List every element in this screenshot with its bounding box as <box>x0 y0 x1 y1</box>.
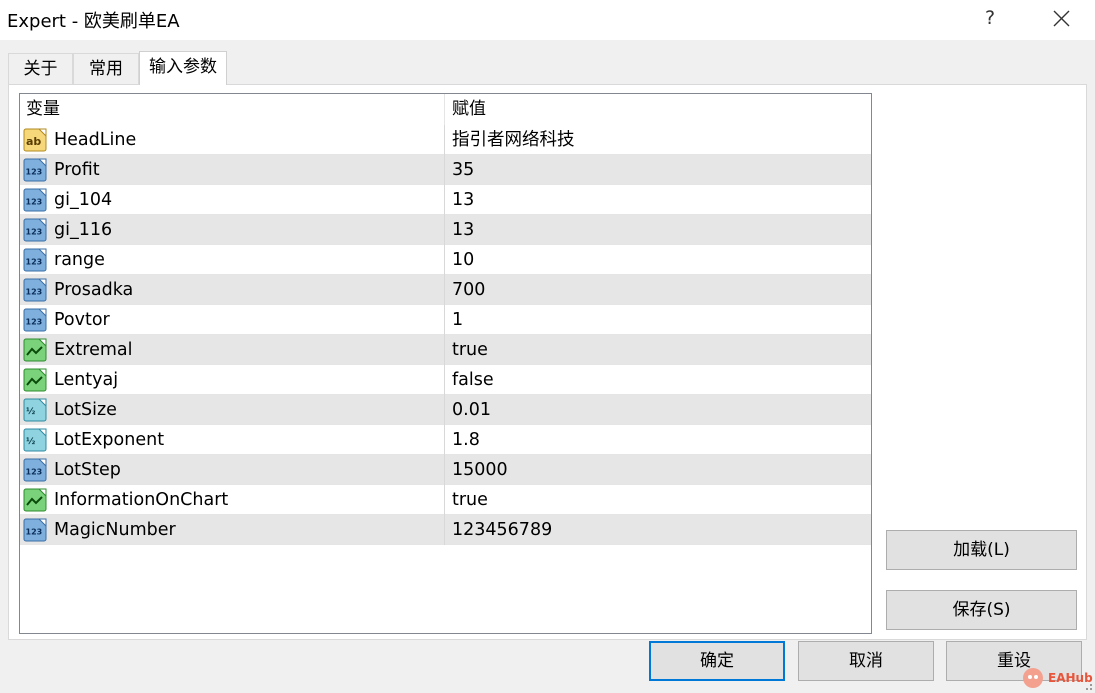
integer-123-icon: 123 <box>23 518 47 542</box>
parameter-value[interactable]: 13 <box>444 185 871 215</box>
parameter-name: LotStep <box>54 460 121 480</box>
integer-123-icon: 123 <box>23 458 47 482</box>
boolean-icon <box>23 368 47 392</box>
parameter-value[interactable]: 700 <box>444 275 871 305</box>
boolean-icon <box>23 338 47 362</box>
parameter-row[interactable]: 123 Prosadka 700 <box>20 275 871 305</box>
boolean-icon <box>23 488 47 512</box>
parameter-value[interactable]: 1.8 <box>444 425 871 455</box>
tab-common[interactable]: 常用 <box>73 53 139 85</box>
parameter-name: Lentyaj <box>54 370 119 390</box>
parameter-value[interactable]: true <box>444 335 871 365</box>
parameter-row[interactable]: Lentyaj false <box>20 365 871 395</box>
parameter-name: Extremal <box>54 340 133 360</box>
integer-123-icon: 123 <box>23 278 47 302</box>
parameter-value[interactable]: true <box>444 485 871 515</box>
parameter-row[interactable]: 123 MagicNumber 123456789 <box>20 515 871 545</box>
cancel-button[interactable]: 取消 <box>798 641 934 681</box>
string-ab-icon: ab <box>23 128 47 152</box>
double-fraction-icon: ½ <box>23 428 47 452</box>
parameter-value[interactable]: false <box>444 365 871 395</box>
column-header-value[interactable]: 赋值 <box>444 94 871 125</box>
parameter-row[interactable]: 123 gi_104 13 <box>20 185 871 215</box>
parameter-row[interactable]: ½ LotExponent 1.8 <box>20 425 871 455</box>
svg-text:123: 123 <box>26 168 43 177</box>
integer-123-icon: 123 <box>23 218 47 242</box>
close-button[interactable] <box>1042 2 1080 34</box>
parameter-row[interactable]: ½ LotSize 0.01 <box>20 395 871 425</box>
watermark-logo-icon <box>1023 668 1043 688</box>
parameter-name: range <box>54 250 105 270</box>
svg-text:123: 123 <box>26 288 43 297</box>
window-title: Expert - 欧美刷单EA <box>7 11 180 32</box>
svg-text:½: ½ <box>26 406 35 417</box>
parameter-row[interactable]: InformationOnChart true <box>20 485 871 515</box>
title-bar: Expert - 欧美刷单EA ? <box>0 0 1095 40</box>
parameter-row[interactable]: 123 Profit 35 <box>20 155 871 185</box>
svg-text:½: ½ <box>26 436 35 447</box>
parameter-value[interactable]: 10 <box>444 245 871 275</box>
parameter-name: LotSize <box>54 400 117 420</box>
parameter-row[interactable]: 123 LotStep 15000 <box>20 455 871 485</box>
svg-text:123: 123 <box>26 528 43 537</box>
parameter-name: InformationOnChart <box>54 490 229 510</box>
svg-text:123: 123 <box>26 318 43 327</box>
tab-input-parameters[interactable]: 输入参数 <box>139 51 227 85</box>
ok-button[interactable]: 确定 <box>649 641 785 681</box>
column-header-variable[interactable]: 变量 <box>20 94 444 125</box>
save-button[interactable]: 保存(S) <box>886 590 1077 630</box>
close-icon <box>1053 10 1070 27</box>
svg-text:123: 123 <box>26 258 43 267</box>
integer-123-icon: 123 <box>23 308 47 332</box>
parameter-value[interactable]: 123456789 <box>444 515 871 545</box>
tab-about[interactable]: 关于 <box>8 53 73 85</box>
resize-grip-icon[interactable] <box>1083 681 1093 691</box>
integer-123-icon: 123 <box>23 188 47 212</box>
parameter-name: gi_116 <box>54 220 113 240</box>
parameter-value[interactable]: 15000 <box>444 455 871 485</box>
svg-text:123: 123 <box>26 228 43 237</box>
parameter-row[interactable]: 123 Povtor 1 <box>20 305 871 335</box>
parameter-value[interactable]: 1 <box>444 305 871 335</box>
parameter-value[interactable]: 0.01 <box>444 395 871 425</box>
svg-text:123: 123 <box>26 198 43 207</box>
help-button[interactable]: ? <box>972 2 1008 34</box>
parameter-name: gi_104 <box>54 190 113 210</box>
load-button[interactable]: 加载(L) <box>886 530 1077 570</box>
integer-123-icon: 123 <box>23 248 47 272</box>
parameter-row[interactable]: Extremal true <box>20 335 871 365</box>
parameter-name: HeadLine <box>54 130 137 150</box>
parameter-row[interactable]: 123 range 10 <box>20 245 871 275</box>
parameter-value[interactable]: 指引者网络科技 <box>444 125 871 155</box>
parameters-grid[interactable]: 变量 赋值 ab HeadLine 指引者网络科技 123 Profit 35 123 gi_… <box>19 93 872 634</box>
integer-123-icon: 123 <box>23 158 47 182</box>
parameter-row[interactable]: 123 gi_116 13 <box>20 215 871 245</box>
parameter-name: MagicNumber <box>54 520 176 540</box>
svg-text:ab: ab <box>26 135 41 148</box>
parameter-name: Prosadka <box>54 280 134 300</box>
parameter-name: Povtor <box>54 310 110 330</box>
parameter-value[interactable]: 13 <box>444 215 871 245</box>
grid-header: 变量 赋值 <box>20 94 871 125</box>
double-fraction-icon: ½ <box>23 398 47 422</box>
svg-text:123: 123 <box>26 468 43 477</box>
parameter-name: LotExponent <box>54 430 165 450</box>
parameter-value[interactable]: 35 <box>444 155 871 185</box>
parameter-name: Profit <box>54 160 100 180</box>
parameter-row[interactable]: ab HeadLine 指引者网络科技 <box>20 125 871 155</box>
